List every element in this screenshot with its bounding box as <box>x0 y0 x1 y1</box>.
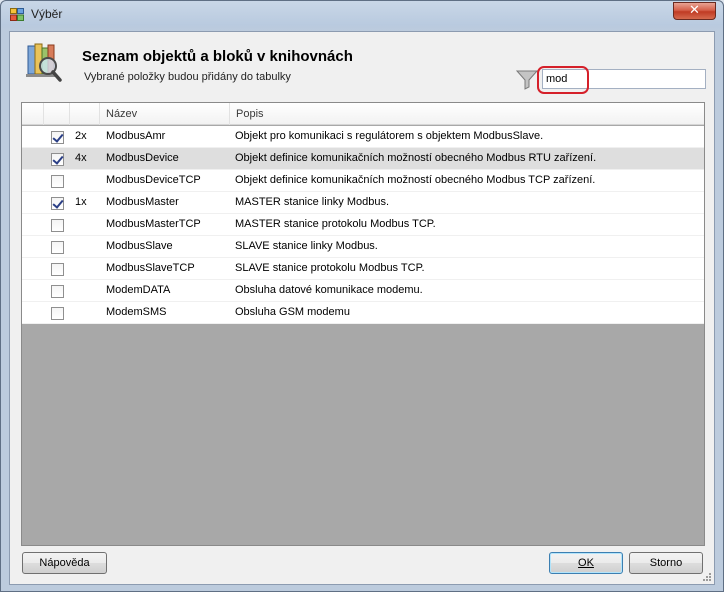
row-checkbox[interactable] <box>51 131 64 144</box>
title-bar[interactable]: Výběr ✕ <box>1 1 723 27</box>
table-row[interactable]: ModemSMS Obsluha GSM modemu <box>22 302 704 324</box>
row-count: 4x <box>75 152 87 164</box>
row-checkbox[interactable] <box>51 197 64 210</box>
header-cell-count <box>70 103 100 125</box>
row-description: Objekt definice komunikačních možností o… <box>235 152 597 164</box>
close-button[interactable]: ✕ <box>673 2 716 20</box>
ok-button-label: OK <box>578 557 594 569</box>
row-description: MASTER stanice protokolu Modbus TCP. <box>235 218 436 230</box>
filter-funnel-icon <box>515 70 539 90</box>
table-row[interactable]: ModbusDeviceTCP Objekt definice komunikač… <box>22 170 704 192</box>
ok-button[interactable]: OK <box>549 552 623 574</box>
library-books-magnifier-icon <box>26 43 62 82</box>
table-row[interactable]: ModbusSlaveTCP SLAVE stanice protokolu Mo… <box>22 258 704 280</box>
row-checkbox[interactable] <box>51 219 64 232</box>
cancel-button[interactable]: Storno <box>629 552 703 574</box>
row-name: ModbusMaster <box>106 196 179 208</box>
dialog-window: Výběr ✕ Seznam objektů a bloků v knihovn… <box>0 0 724 592</box>
row-checkbox[interactable] <box>51 285 64 298</box>
table-row[interactable]: ModbusMasterTCP MASTER stanice protokolu … <box>22 214 704 236</box>
row-name: ModbusMasterTCP <box>106 218 201 230</box>
resize-grip-icon[interactable] <box>701 571 712 582</box>
window-title: Výběr <box>31 7 63 21</box>
header-subtitle: Vybrané položky budou přidány do tabulky <box>84 71 291 83</box>
row-checkbox[interactable] <box>51 153 64 166</box>
app-icon <box>10 8 24 21</box>
table-row[interactable]: 4x ModbusDevice Objekt definice komunikačn… <box>22 148 704 170</box>
row-name: ModbusDeviceTCP <box>106 174 201 186</box>
row-name: ModbusDevice <box>106 152 179 164</box>
grid-header: Název Popis <box>22 103 704 125</box>
table-row[interactable]: 1x ModbusMaster MASTER stanice linky Modbu… <box>22 192 704 214</box>
row-checkbox[interactable] <box>51 175 64 188</box>
row-description: MASTER stanice linky Modbus. <box>235 196 390 208</box>
row-count: 1x <box>75 196 87 208</box>
table-row[interactable]: ModbusSlave SLAVE stanice linky Modbus. <box>22 236 704 258</box>
header-cell-checkbox <box>44 103 70 125</box>
close-icon: ✕ <box>689 3 700 18</box>
row-name: ModemSMS <box>106 306 167 318</box>
dialog-client: Seznam objektů a bloků v knihovnách Vybr… <box>9 31 715 585</box>
row-count: 2x <box>75 130 87 142</box>
row-checkbox[interactable] <box>51 307 64 320</box>
row-description: Obsluha datové komunikace modemu. <box>235 284 423 296</box>
grid-rows: 2x ModbusAmr Objekt pro komunikaci s regul… <box>22 126 704 324</box>
row-name: ModbusSlaveTCP <box>106 262 195 274</box>
row-checkbox[interactable] <box>51 263 64 276</box>
row-name: ModbusSlave <box>106 240 173 252</box>
row-description: SLAVE stanice protokolu Modbus TCP. <box>235 262 425 274</box>
row-description: Objekt pro komunikaci s regulátorem s ob… <box>235 130 544 142</box>
header-cell-nazev[interactable]: Název <box>100 103 230 125</box>
row-name: ModbusAmr <box>106 130 166 142</box>
row-name: ModemDATA <box>106 284 171 296</box>
help-button[interactable]: Nápověda <box>22 552 107 574</box>
header-cell-select <box>22 103 44 125</box>
header-cell-popis[interactable]: Popis <box>230 103 704 125</box>
row-description: Objekt definice komunikačních možností o… <box>235 174 596 186</box>
row-description: SLAVE stanice linky Modbus. <box>235 240 378 252</box>
row-checkbox[interactable] <box>51 241 64 254</box>
row-description: Obsluha GSM modemu <box>235 306 350 318</box>
table-row[interactable]: ModemDATA Obsluha datové komunikace modem… <box>22 280 704 302</box>
search-input[interactable] <box>542 69 706 89</box>
table-row[interactable]: 2x ModbusAmr Objekt pro komunikaci s regul… <box>22 126 704 148</box>
header-title: Seznam objektů a bloků v knihovnách <box>82 48 353 65</box>
items-grid[interactable]: Název Popis 2x ModbusAmr Objekt pro komuni… <box>21 102 705 546</box>
